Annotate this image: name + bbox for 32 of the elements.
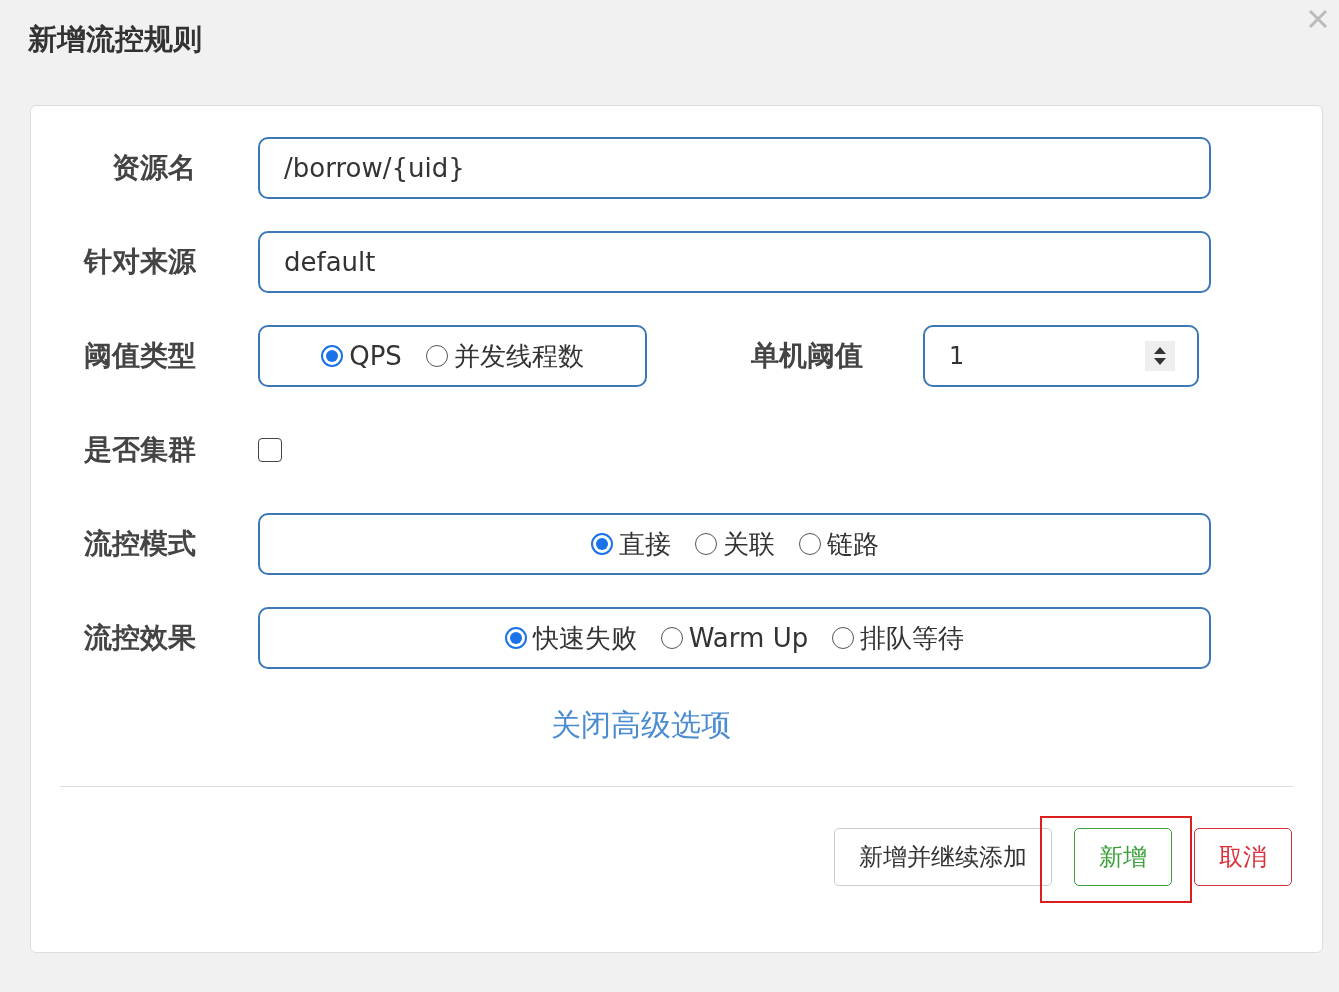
field-label: 是否集群 <box>83 432 196 468</box>
radio-option[interactable]: 直接 <box>590 526 671 562</box>
radio-button[interactable] <box>590 533 613 555</box>
add-button[interactable]: 新增并继续添加 <box>834 828 1052 886</box>
field-label: 资源名 <box>111 150 196 186</box>
field-label: 流控效果 <box>83 620 196 656</box>
input-field[interactable]: /borrow/{uid} <box>258 137 1211 199</box>
cancel-button[interactable]: 取消 <box>1194 828 1292 886</box>
field-label: 单机阈值 <box>751 338 863 374</box>
radio-option[interactable]: 排队等待 <box>832 620 965 656</box>
radio-option[interactable]: QPS <box>321 341 402 371</box>
radio-option[interactable]: 并发线程数 <box>425 338 584 374</box>
radio-button[interactable] <box>321 345 344 367</box>
advanced-options-link[interactable]: 关闭高级选项 <box>551 705 731 746</box>
radio-option[interactable]: 快速失败 <box>504 620 637 656</box>
radio-button[interactable] <box>425 345 448 367</box>
radio-button[interactable] <box>694 533 717 555</box>
radio-button[interactable] <box>660 627 683 649</box>
field-label: 针对来源 <box>82 244 196 280</box>
checkbox[interactable] <box>258 438 282 462</box>
spinner-icon[interactable] <box>1145 341 1175 371</box>
radio-option[interactable]: 关联 <box>694 526 775 562</box>
radio-button[interactable] <box>832 627 855 649</box>
field-label: 流控模式 <box>83 526 196 562</box>
radio-button[interactable] <box>798 533 821 555</box>
radio-button[interactable] <box>504 627 527 649</box>
field-label: 阈值类型 <box>83 338 196 374</box>
radio-option[interactable]: 链路 <box>798 526 879 562</box>
input-field[interactable]: default <box>258 231 1211 293</box>
dialog-title: 新增流控规则 <box>28 21 202 58</box>
radio-option[interactable]: Warm Up <box>660 623 809 653</box>
number-field[interactable]: 1 <box>923 325 1199 387</box>
